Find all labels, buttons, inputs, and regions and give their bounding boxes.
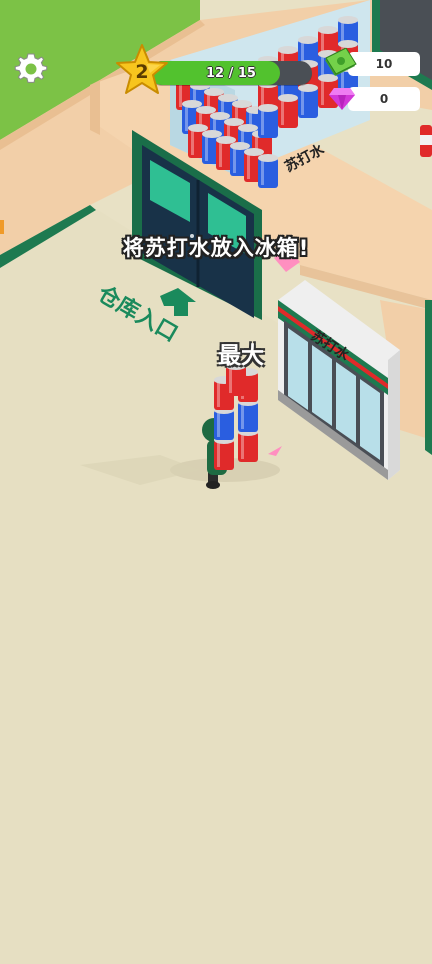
gem-counter: 0	[348, 87, 420, 111]
shelf-soda-can	[258, 154, 278, 188]
xp-progress-text: 12 / 15	[206, 65, 256, 81]
game-scene: 苏打水 苏打水 仓库入口	[0, 0, 432, 964]
gear-icon	[14, 53, 48, 83]
soda-can	[238, 398, 258, 432]
soda-can	[238, 428, 258, 462]
level-number: 2	[135, 61, 149, 83]
cash-counter: 10	[348, 52, 420, 76]
shelf-soda-can	[278, 94, 298, 128]
shelf-soda-can	[298, 84, 318, 118]
shelf-soda-can	[258, 104, 278, 138]
gem-icon	[329, 88, 355, 110]
level-star-icon: 2	[114, 42, 170, 98]
stack-max-label: 最大	[218, 343, 264, 369]
xp-progress-bar: 12 / 15	[150, 61, 312, 85]
instruction-banner: 将苏打水放入冰箱!	[122, 236, 310, 260]
soda-can	[214, 436, 234, 470]
soda-can	[214, 406, 234, 440]
cash-icon	[325, 48, 357, 76]
settings-button[interactable]	[10, 48, 52, 90]
